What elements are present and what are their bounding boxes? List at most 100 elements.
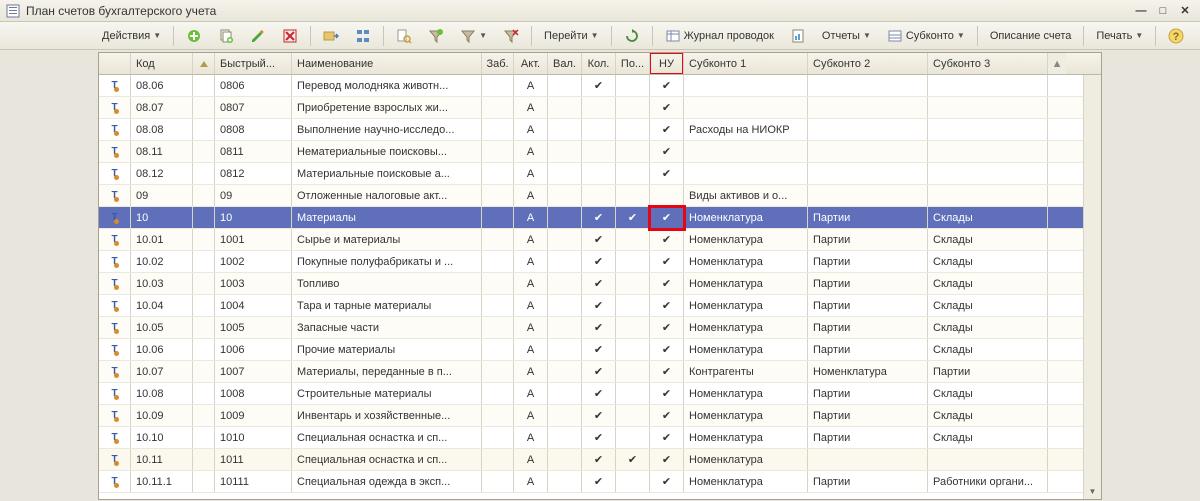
col-zab[interactable]: Заб. [482, 53, 514, 74]
cell-quick: 1002 [215, 251, 292, 272]
cell-code: 10.09 [131, 405, 193, 426]
subkonto-button[interactable]: Субконто▼ [880, 25, 972, 47]
table-row[interactable]: T10.051005Запасные частиА✔✔НоменклатураП… [99, 317, 1083, 339]
refresh-icon [624, 28, 640, 44]
add-button[interactable] [179, 25, 209, 47]
cell-po [616, 251, 650, 272]
col-icon[interactable] [99, 53, 131, 74]
cell-code: 10.03 [131, 273, 193, 294]
cell-sub1: Номенклатура [684, 383, 808, 404]
cell-quick: 0812 [215, 163, 292, 184]
goto-label: Перейти [544, 30, 588, 42]
vertical-scrollbar[interactable]: ▼ [1083, 75, 1101, 499]
find-button[interactable] [389, 25, 419, 47]
cell-akt: А [514, 471, 548, 492]
cell-name: Инвентарь и хозяйственные... [292, 405, 482, 426]
maximize-button[interactable]: □ [1154, 4, 1172, 18]
table-row[interactable]: T10.021002Покупные полуфабрикаты и ...А✔… [99, 251, 1083, 273]
table-row[interactable]: T0909Отложенные налоговые акт...АВиды ак… [99, 185, 1083, 207]
table-row[interactable]: T10.101010Специальная оснастка и сп...А✔… [99, 427, 1083, 449]
cell-akt: А [514, 295, 548, 316]
table-row[interactable]: T08.070807Приобретение взрослых жи...А✔ [99, 97, 1083, 119]
table-row[interactable]: T1010МатериалыА✔✔✔НоменклатураПартииСкла… [99, 207, 1083, 229]
col-po[interactable]: По... [616, 53, 650, 74]
col-quick[interactable]: Быстрый... [215, 53, 292, 74]
toolbar: Действия▼ ▼ Перейти▼ Журнал проводок Отч… [0, 22, 1200, 50]
cell-nu: ✔ [650, 449, 684, 470]
table-row[interactable]: T10.091009Инвентарь и хозяйственные...А✔… [99, 405, 1083, 427]
help-button[interactable]: ? [1161, 25, 1191, 47]
col-name[interactable]: Наименование [292, 53, 482, 74]
cell-sub2 [808, 163, 928, 184]
table-row[interactable]: T08.080808Выполнение научно-исследо...А✔… [99, 119, 1083, 141]
table-row[interactable]: T08.120812Материальные поисковые а...А✔ [99, 163, 1083, 185]
col-sort[interactable] [193, 53, 215, 74]
cell-kol: ✔ [582, 471, 616, 492]
cell-kol: ✔ [582, 361, 616, 382]
cell-val [548, 383, 582, 404]
cell-po [616, 75, 650, 96]
col-kol[interactable]: Кол. [582, 53, 616, 74]
cell-sub1: Номенклатура [684, 251, 808, 272]
filter-clear-button[interactable] [496, 25, 526, 47]
hierarchy-button[interactable] [348, 25, 378, 47]
cell-code: 10.02 [131, 251, 193, 272]
account-row-icon: T [111, 388, 117, 399]
filter-set-button[interactable] [421, 25, 451, 47]
col-sub1[interactable]: Субконто 1 [684, 53, 808, 74]
cell-akt: А [514, 273, 548, 294]
col-val[interactable]: Вал. [548, 53, 582, 74]
cell-po [616, 339, 650, 360]
cell-sub1: Номенклатура [684, 295, 808, 316]
cell-val [548, 361, 582, 382]
actions-menu[interactable]: Действия▼ [95, 25, 168, 47]
close-button[interactable]: ✕ [1176, 4, 1194, 18]
cell-name: Специальная оснастка и сп... [292, 427, 482, 448]
table-row[interactable]: T10.071007Материалы, переданные в п...А✔… [99, 361, 1083, 383]
table-row[interactable]: T10.011001Сырье и материалыА✔✔Номенклату… [99, 229, 1083, 251]
minimize-button[interactable]: — [1132, 4, 1150, 18]
reports-menu[interactable]: Отчеты▼ [815, 25, 878, 47]
cell-nu: ✔ [650, 97, 684, 118]
journal-button[interactable]: Журнал проводок [658, 25, 781, 47]
accounts-grid: Код Быстрый... Наименование Заб. Акт. Ва… [98, 52, 1102, 500]
table-row[interactable]: T08.110811Нематериальные поисковы...А✔ [99, 141, 1083, 163]
description-button[interactable]: Описание счета [983, 25, 1079, 47]
report-icon-button[interactable] [783, 25, 813, 47]
print-menu[interactable]: Печать▼ [1089, 25, 1150, 47]
cell-akt: А [514, 383, 548, 404]
print-label: Печать [1096, 30, 1132, 42]
cell-val [548, 185, 582, 206]
cell-val [548, 251, 582, 272]
cell-quick: 1006 [215, 339, 292, 360]
refresh-button[interactable] [617, 25, 647, 47]
cell-nu: ✔ [650, 427, 684, 448]
col-nu[interactable]: НУ [650, 53, 684, 74]
cell-quick: 1010 [215, 427, 292, 448]
col-code[interactable]: Код [131, 53, 193, 74]
scroll-down-arrow[interactable]: ▼ [1084, 483, 1101, 499]
table-row[interactable]: T10.11.110111Специальная одежда в эксп..… [99, 471, 1083, 493]
goto-menu[interactable]: Перейти▼ [537, 25, 606, 47]
cell-akt: А [514, 141, 548, 162]
col-sub2[interactable]: Субконто 2 [808, 53, 928, 74]
table-row[interactable]: T10.111011Специальная оснастка и сп...А✔… [99, 449, 1083, 471]
table-row[interactable]: T10.061006Прочие материалыА✔✔Номенклатур… [99, 339, 1083, 361]
cell-name: Нематериальные поисковы... [292, 141, 482, 162]
table-row[interactable]: T10.081008Строительные материалыА✔✔Номен… [99, 383, 1083, 405]
edit-button[interactable] [243, 25, 273, 47]
col-sub3[interactable]: Субконто 3 [928, 53, 1048, 74]
filter-button[interactable]: ▼ [453, 25, 494, 47]
table-row[interactable]: T10.031003ТопливоА✔✔НоменклатураПартииСк… [99, 273, 1083, 295]
delete-button[interactable] [275, 25, 305, 47]
cell-nu: ✔ [650, 339, 684, 360]
cell-code: 08.12 [131, 163, 193, 184]
table-row[interactable]: T08.060806Перевод молодняка животн...А✔✔ [99, 75, 1083, 97]
add-copy-button[interactable] [211, 25, 241, 47]
move-to-group-button[interactable] [316, 25, 346, 47]
cell-sub3 [928, 119, 1048, 140]
col-akt[interactable]: Акт. [514, 53, 548, 74]
table-row[interactable]: T10.041004Тара и тарные материалыА✔✔Номе… [99, 295, 1083, 317]
cell-sub3 [928, 185, 1048, 206]
cell-kol: ✔ [582, 317, 616, 338]
